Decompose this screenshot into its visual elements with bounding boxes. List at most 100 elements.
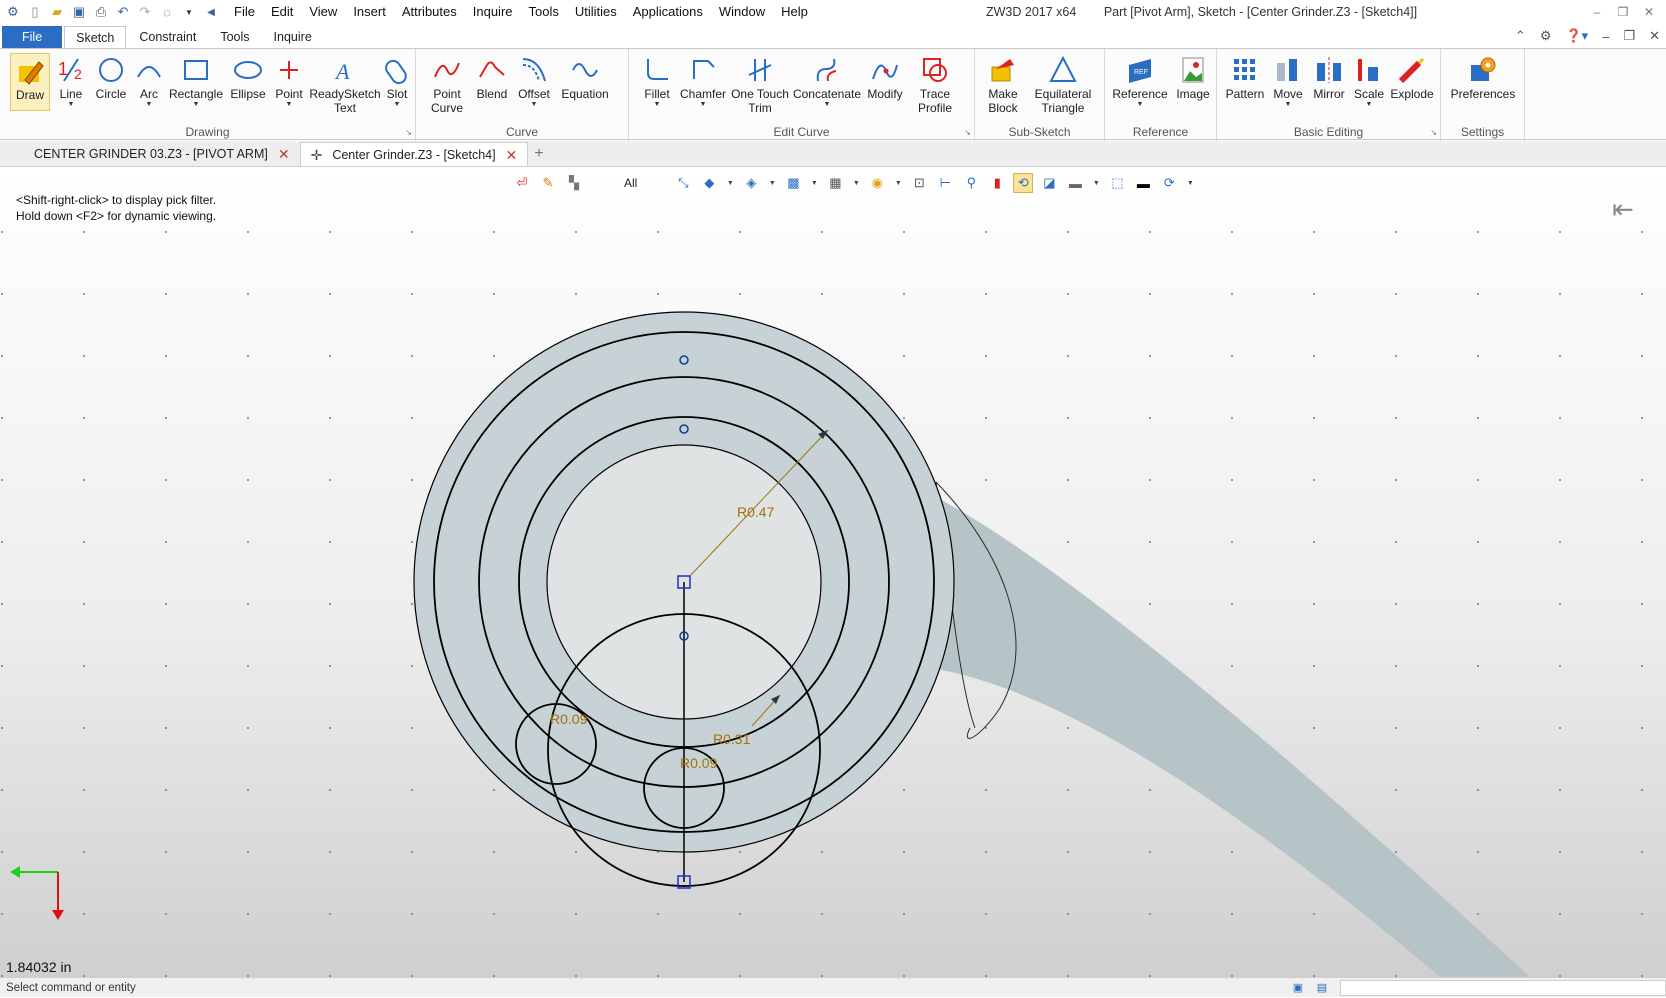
tab-sketch[interactable]: Sketch [64, 26, 127, 48]
scale-dropdown-icon[interactable]: ▼ [1366, 101, 1373, 109]
color-icon[interactable]: ▮ [987, 173, 1007, 193]
dimension-r009-left[interactable]: R0.09 [550, 711, 588, 727]
blend-button[interactable]: Blend [472, 53, 512, 101]
trace-profile-button[interactable]: Trace Profile [911, 53, 959, 115]
dimension-r031[interactable]: R0.31 [713, 731, 751, 747]
graphics-viewport[interactable]: R0.47 R0.31 R0.09 R0.09 ⏎ ✎ ▚ All ⤡ ◆ ▼ … [0, 168, 1666, 977]
add-tab-icon[interactable]: + [534, 142, 543, 166]
qat-expand-icon[interactable]: ◀ [200, 1, 222, 23]
help-icon[interactable]: ❓▾ [1565, 28, 1588, 44]
save-icon[interactable]: ▣ [68, 1, 90, 23]
rectangle-dropdown-icon[interactable]: ▼ [193, 101, 200, 109]
image-button[interactable]: Image [1173, 53, 1213, 101]
eraser-icon[interactable]: ✎ [538, 173, 558, 193]
grid-dropdown-icon[interactable]: ▼ [851, 173, 861, 193]
menu-edit[interactable]: Edit [263, 0, 301, 24]
fillet-dropdown-icon[interactable]: ▼ [654, 101, 661, 109]
refresh-dropdown-icon[interactable]: ▼ [1185, 173, 1195, 193]
section-dropdown-icon[interactable]: ▼ [809, 173, 819, 193]
dimension-r047[interactable]: R0.47 [737, 504, 775, 520]
reference-button[interactable]: REF Reference ▼ [1109, 53, 1171, 109]
modify-button[interactable]: Modify [863, 53, 907, 101]
mini-restore-icon[interactable]: ❐ [1623, 28, 1635, 44]
menu-tools[interactable]: Tools [521, 0, 567, 24]
drawing-launcher-icon[interactable]: ↘ [405, 128, 412, 137]
restore-icon[interactable]: ❐ [1610, 5, 1636, 19]
refresh-icon[interactable]: ⟳ [1159, 173, 1179, 193]
section-icon[interactable]: ▩ [783, 173, 803, 193]
close-tab-icon[interactable]: ✕ [506, 143, 518, 167]
view-cube-icon[interactable]: ◆ [699, 173, 719, 193]
redo-icon[interactable]: ↷ [134, 1, 156, 23]
arc-dropdown-icon[interactable]: ▼ [146, 101, 153, 109]
reference-dropdown-icon[interactable]: ▼ [1137, 101, 1144, 109]
menu-window[interactable]: Window [711, 0, 773, 24]
menu-help[interactable]: Help [773, 0, 816, 24]
exit-icon[interactable]: ⏎ [512, 173, 532, 193]
make-block-button[interactable]: Make Block [981, 53, 1025, 115]
line-button[interactable]: 12 Line ▼ [54, 53, 88, 109]
explode-button[interactable]: Explode [1389, 53, 1435, 101]
render-dropdown-icon[interactable]: ▼ [893, 173, 903, 193]
menu-utilities[interactable]: Utilities [567, 0, 625, 24]
menu-applications[interactable]: Applications [625, 0, 711, 24]
dimension-r009-bottom[interactable]: R0.09 [680, 755, 718, 771]
sketch-canvas[interactable]: R0.47 R0.31 R0.09 R0.09 [0, 168, 1666, 977]
line-dropdown-icon[interactable]: ▼ [68, 101, 75, 109]
edit-curve-launcher-icon[interactable]: ↘ [964, 128, 971, 137]
concatenate-dropdown-icon[interactable]: ▼ [824, 101, 831, 109]
measure-icon[interactable]: ⊢ [935, 173, 955, 193]
point-dropdown-icon[interactable]: ▼ [286, 101, 293, 109]
filter-list-icon[interactable]: ▚ [564, 173, 584, 193]
snap-icon[interactable]: ⤡ [673, 173, 693, 193]
one-touch-trim-button[interactable]: One Touch Trim [729, 53, 791, 115]
offset-button[interactable]: Offset ▼ [514, 53, 554, 109]
ellipse-button[interactable]: Ellipse [228, 53, 268, 101]
collapse-ribbon-icon[interactable]: ⌃ [1515, 28, 1526, 44]
tab-file[interactable]: File [2, 26, 63, 48]
offset-dropdown-icon[interactable]: ▼ [531, 101, 538, 109]
zoom-fit-icon[interactable]: ⊡ [909, 173, 929, 193]
point-button[interactable]: Point ▼ [272, 53, 306, 109]
menu-inquire[interactable]: Inquire [465, 0, 521, 24]
menu-attributes[interactable]: Attributes [394, 0, 465, 24]
point-curve-button[interactable]: Point Curve [424, 53, 470, 115]
circle-button[interactable]: Circle [92, 53, 130, 101]
basic-editing-launcher-icon[interactable]: ↘ [1430, 128, 1437, 137]
chamfer-button[interactable]: Chamfer ▼ [679, 53, 727, 109]
mini-minimize-icon[interactable]: – [1602, 29, 1609, 44]
doc-tab-pivot-arm[interactable]: CENTER GRINDER 03.Z3 - [PIVOT ARM] ✕ [0, 142, 300, 166]
pattern-button[interactable]: Pattern [1223, 53, 1267, 101]
fillet-button[interactable]: Fillet ▼ [637, 53, 677, 109]
select-icon[interactable]: ⬚ [1107, 173, 1127, 193]
render-icon[interactable]: ◉ [867, 173, 887, 193]
scale-button[interactable]: Scale ▼ [1351, 53, 1387, 109]
menu-file[interactable]: File [226, 0, 263, 24]
pick-filter-value[interactable]: All [624, 176, 637, 190]
inspect-icon[interactable]: ⚲ [961, 173, 981, 193]
grid-icon[interactable]: ▦ [825, 173, 845, 193]
view-dropdown-icon[interactable]: ▼ [725, 173, 735, 193]
concatenate-button[interactable]: Concatenate ▼ [793, 53, 861, 109]
status-layout-icon[interactable]: ▤ [1310, 978, 1334, 998]
pick-filter-icon[interactable]: ◌ [156, 1, 178, 23]
mini-close-icon[interactable]: ✕ [1649, 28, 1660, 44]
display-mode-icon[interactable]: ◈ [741, 173, 761, 193]
new-file-icon[interactable]: ▯ [24, 1, 46, 23]
settings-gear-icon[interactable]: ⚙ [1540, 28, 1552, 44]
qat-dropdown-icon[interactable]: ▼ [178, 1, 200, 23]
rectangle-button[interactable]: Rectangle ▼ [168, 53, 224, 109]
slot-dropdown-icon[interactable]: ▼ [394, 101, 401, 109]
close-tab-icon[interactable]: ✕ [278, 142, 290, 166]
mirror-button[interactable]: Mirror [1309, 53, 1349, 101]
display-dropdown-icon[interactable]: ▼ [767, 173, 777, 193]
draw-button[interactable]: Draw [10, 53, 50, 111]
tab-constraint[interactable]: Constraint [128, 26, 207, 48]
equation-button[interactable]: Equation [556, 53, 614, 101]
slot-button[interactable]: Slot ▼ [382, 53, 412, 109]
status-view-icon[interactable]: ▣ [1286, 978, 1310, 998]
exit-sketch-icon[interactable]: ⇤ [1606, 192, 1640, 226]
tab-inquire[interactable]: Inquire [263, 26, 323, 48]
screen-dropdown-icon[interactable]: ▼ [1091, 173, 1101, 193]
close-icon[interactable]: ✕ [1636, 5, 1662, 19]
